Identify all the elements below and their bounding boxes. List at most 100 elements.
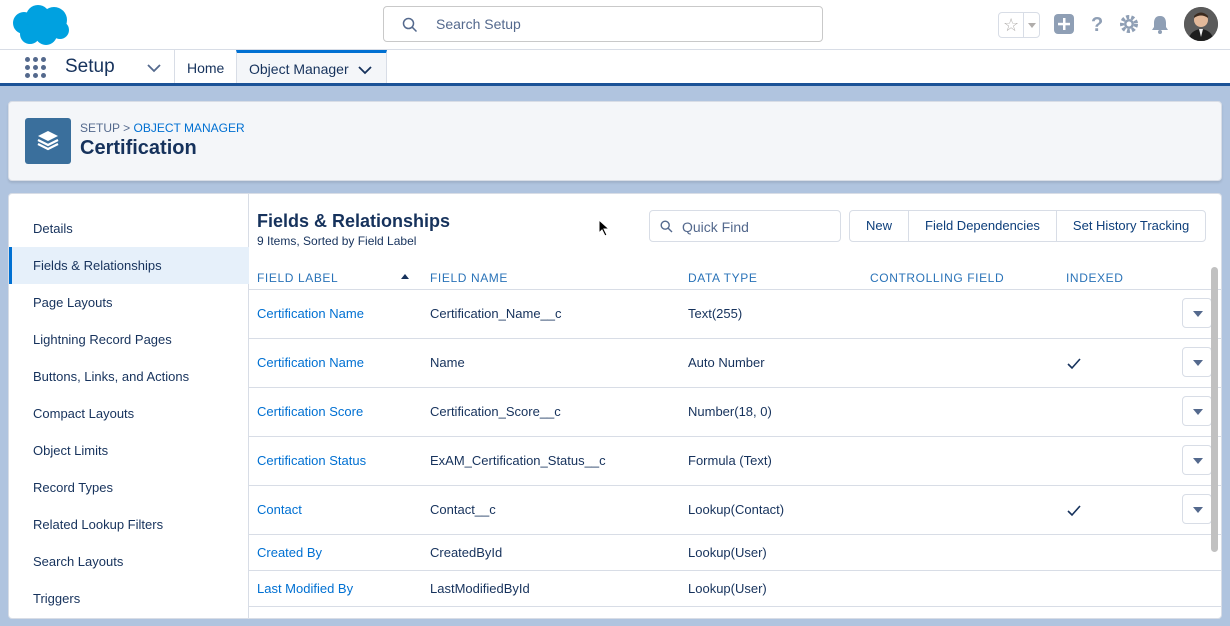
field-name: ExAM_Certification_Status__c [430, 453, 606, 468]
data-type: Text(255) [688, 306, 743, 321]
column-header-data-type[interactable]: DATA TYPE [688, 271, 757, 285]
sidebar-item-buttons-links-actions[interactable]: Buttons, Links, and Actions [9, 358, 249, 395]
row-actions-button[interactable] [1182, 445, 1212, 475]
sidebar-item-search-layouts[interactable]: Search Layouts [9, 543, 249, 580]
checkmark-icon [1067, 505, 1081, 517]
sort-ascending-icon[interactable] [401, 274, 409, 279]
field-dependencies-button[interactable]: Field Dependencies [908, 211, 1056, 241]
chevron-down-icon[interactable] [358, 65, 372, 75]
bell-icon[interactable] [1149, 13, 1171, 35]
table-row: Created By CreatedById Lookup(User) [249, 535, 1221, 571]
data-type: Lookup(User) [688, 581, 767, 596]
sidebar: Details Fields & Relationships Page Layo… [9, 194, 249, 618]
column-header-indexed[interactable]: INDEXED [1066, 271, 1124, 285]
sidebar-item-record-types[interactable]: Record Types [9, 469, 249, 506]
star-icon: ☆ [1003, 15, 1020, 35]
field-name: Certification_Name__c [430, 306, 562, 321]
field-label-link[interactable]: Last Modified By [257, 581, 353, 596]
breadcrumb-setup: SETUP [80, 121, 120, 135]
table-row: Certification Score Certification_Score_… [249, 388, 1221, 437]
search-placeholder: Search Setup [436, 16, 521, 32]
sidebar-item-details[interactable]: Details [9, 210, 249, 247]
table-scrollbar[interactable] [1211, 267, 1218, 552]
search-icon [660, 220, 673, 233]
sidebar-item-triggers[interactable]: Triggers [9, 580, 249, 617]
avatar-image [1184, 7, 1218, 41]
tab-object-manager[interactable]: Object Manager [236, 50, 387, 83]
field-name: CreatedById [430, 545, 503, 560]
sidebar-item-label: Triggers [33, 591, 81, 606]
field-label-link[interactable]: Created By [257, 545, 322, 560]
set-history-tracking-button[interactable]: Set History Tracking [1055, 211, 1205, 241]
avatar[interactable] [1184, 7, 1218, 41]
search-setup-input[interactable]: Search Setup [383, 6, 823, 42]
column-header-field-label[interactable]: FIELD LABEL [257, 271, 338, 285]
row-actions-button[interactable] [1182, 396, 1212, 426]
sidebar-item-label: Details [33, 221, 73, 236]
sidebar-item-label: Lightning Record Pages [33, 332, 172, 347]
page-header: SETUP > OBJECT MANAGER Certification [8, 101, 1222, 181]
column-header-controlling-field[interactable]: CONTROLLING FIELD [870, 271, 1004, 285]
field-name: Contact__c [430, 502, 496, 517]
gear-icon[interactable] [1118, 13, 1140, 35]
search-icon [402, 17, 418, 33]
table-header: FIELD LABEL FIELD NAME DATA TYPE CONTROL… [249, 265, 1221, 290]
breadcrumb: SETUP > OBJECT MANAGER [80, 121, 245, 135]
mouse-cursor-icon [598, 219, 610, 237]
sidebar-item-fields-relationships[interactable]: Fields & Relationships [9, 247, 249, 284]
data-type: Lookup(User) [688, 545, 767, 560]
field-name: LastModifiedById [430, 581, 530, 596]
data-type: Lookup(Contact) [688, 502, 785, 517]
add-icon[interactable] [1053, 13, 1075, 35]
fields-content: Fields & Relationships 9 Items, Sorted b… [249, 194, 1221, 618]
sidebar-item-label: Fields & Relationships [33, 258, 162, 273]
checkmark-icon [1067, 358, 1081, 370]
sidebar-item-label: Search Layouts [33, 554, 124, 569]
quick-find-placeholder: Quick Find [682, 219, 749, 235]
data-type: Formula (Text) [688, 453, 772, 468]
field-label-link[interactable]: Certification Status [257, 453, 366, 468]
sidebar-item-label: Related Lookup Filters [33, 517, 164, 532]
row-actions-button[interactable] [1182, 298, 1212, 328]
table-row: Last Modified By LastModifiedById Lookup… [249, 571, 1221, 607]
table-row: Certification Status ExAM_Certification_… [249, 437, 1221, 486]
main-card: Details Fields & Relationships Page Layo… [8, 193, 1222, 619]
row-actions-button[interactable] [1182, 494, 1212, 524]
table-row: Contact Contact__c Lookup(Contact) [249, 486, 1221, 535]
salesforce-logo[interactable] [10, 4, 70, 46]
sidebar-item-related-lookup-filters[interactable]: Related Lookup Filters [9, 506, 249, 543]
column-header-field-name[interactable]: FIELD NAME [430, 271, 508, 285]
data-type: Number(18, 0) [688, 404, 772, 419]
svg-text:?: ? [1091, 14, 1103, 35]
sidebar-item-lightning-record-pages[interactable]: Lightning Record Pages [9, 321, 249, 358]
field-label-link[interactable]: Contact [257, 502, 302, 517]
context-bar: Setup Home Object Manager [0, 50, 1230, 86]
sidebar-item-object-limits[interactable]: Object Limits [9, 432, 249, 469]
field-label-link[interactable]: Certification Name [257, 306, 364, 321]
table-row: Certification Name Certification_Name__c… [249, 290, 1221, 339]
app-launcher-icon[interactable] [25, 57, 47, 79]
tab-home[interactable]: Home [174, 50, 236, 83]
section-subtitle: 9 Items, Sorted by Field Label [257, 234, 417, 248]
section-title: Fields & Relationships [257, 211, 451, 231]
action-button-group: New Field Dependencies Set History Track… [849, 210, 1207, 242]
favorites-dropdown-icon[interactable] [1023, 13, 1039, 37]
help-icon[interactable]: ? [1086, 13, 1108, 35]
table-row: Certification Name Name Auto Number [249, 339, 1221, 388]
field-name: Name [430, 355, 465, 370]
field-label-link[interactable]: Certification Score [257, 404, 363, 419]
favorites-button[interactable]: ☆ [998, 12, 1040, 38]
sidebar-item-compact-layouts[interactable]: Compact Layouts [9, 395, 249, 432]
breadcrumb-object-manager[interactable]: OBJECT MANAGER [133, 121, 244, 135]
quick-find-input[interactable]: Quick Find [649, 210, 841, 242]
row-actions-button[interactable] [1182, 347, 1212, 377]
chevron-down-icon[interactable] [147, 63, 161, 73]
page-title: Certification [80, 137, 197, 159]
sidebar-item-label: Compact Layouts [33, 406, 135, 421]
sidebar-item-page-layouts[interactable]: Page Layouts [9, 284, 249, 321]
layers-icon [37, 131, 59, 151]
new-button[interactable]: New [850, 211, 908, 241]
data-type: Auto Number [688, 355, 765, 370]
field-label-link[interactable]: Certification Name [257, 355, 364, 370]
sidebar-item-label: Buttons, Links, and Actions [33, 369, 190, 384]
